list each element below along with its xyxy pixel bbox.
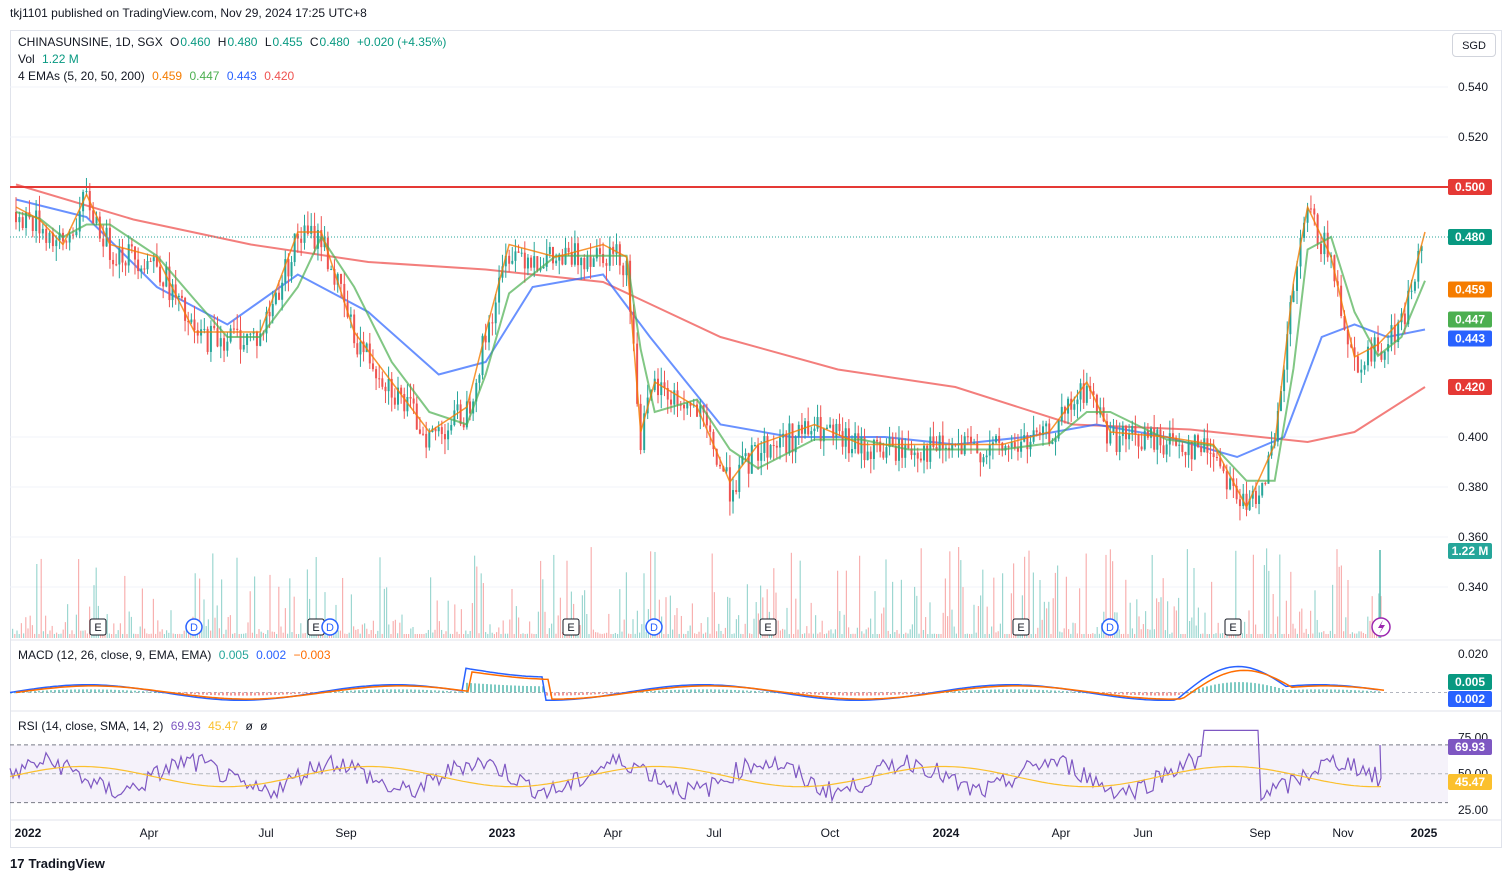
rsi-ma-value: 45.47: [208, 719, 239, 733]
ema-label[interactable]: 4 EMAs (5, 20, 50, 200): [18, 69, 145, 83]
rsi-lower-value: ø: [260, 719, 268, 733]
high-value: 0.480: [227, 35, 258, 49]
ema5-value: 0.459: [152, 69, 183, 83]
low-label: L: [264, 35, 272, 49]
volume-value: 1.22 M: [42, 52, 79, 66]
open-value: 0.460: [180, 35, 211, 49]
close-value: 0.480: [319, 35, 350, 49]
open-label: O: [170, 35, 180, 49]
ema20-value: 0.447: [189, 69, 220, 83]
macd-signal-value: −0.003: [293, 648, 331, 662]
tradingview-logo-icon: 17: [10, 856, 25, 871]
rsi-upper-value: ø: [245, 719, 253, 733]
symbol-legend: CHINASUNSINE, 1D, SGX O0.460 H0.480 L0.4…: [18, 35, 450, 49]
currency-button[interactable]: SGD: [1452, 33, 1496, 57]
volume-legend: Vol 1.22 M: [18, 52, 83, 66]
rsi-legend: RSI (14, close, SMA, 14, 2) 69.93 45.47 …: [18, 719, 272, 733]
ema50-value: 0.443: [226, 69, 257, 83]
close-label: C: [309, 35, 319, 49]
footer-brand-name: TradingView: [28, 856, 105, 871]
rsi-label[interactable]: RSI (14, close, SMA, 14, 2): [18, 719, 163, 733]
macd-hist-value: 0.005: [218, 648, 249, 662]
macd-label[interactable]: MACD (12, 26, close, 9, EMA, EMA): [18, 648, 211, 662]
ema-legend: 4 EMAs (5, 20, 50, 200) 0.459 0.447 0.44…: [18, 69, 298, 83]
macd-line-value: 0.002: [256, 648, 287, 662]
symbol-label[interactable]: CHINASUNSINE, 1D, SGX: [18, 35, 163, 49]
publisher-header: tkj1101 published on TradingView.com, No…: [10, 6, 367, 20]
high-label: H: [217, 35, 227, 49]
volume-label[interactable]: Vol: [18, 52, 35, 66]
change-value: +0.020 (+4.35%): [356, 35, 447, 49]
low-value: 0.455: [272, 35, 303, 49]
macd-legend: MACD (12, 26, close, 9, EMA, EMA) 0.005 …: [18, 648, 335, 662]
ema200-value: 0.420: [264, 69, 295, 83]
footer-brand: 17 TradingView: [10, 856, 105, 871]
rsi-value: 69.93: [170, 719, 201, 733]
